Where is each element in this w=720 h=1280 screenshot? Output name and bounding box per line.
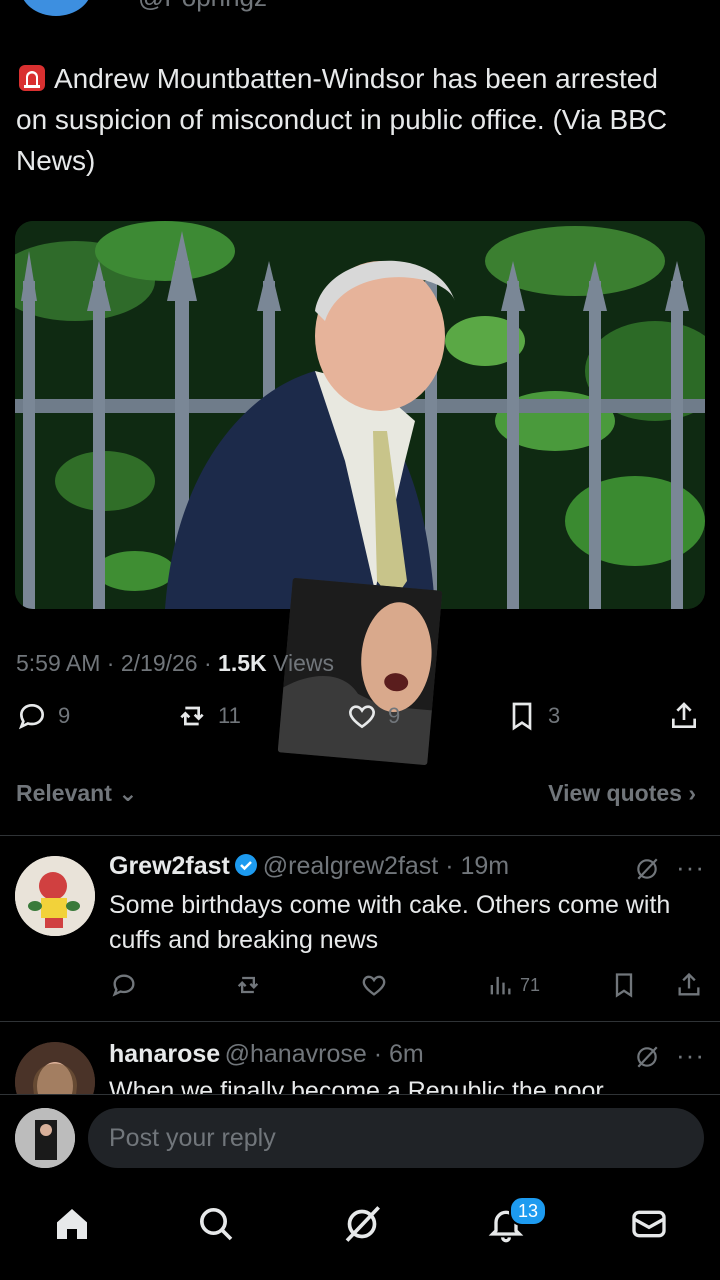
messages-icon[interactable] — [629, 1204, 669, 1244]
reply-action-share[interactable] — [675, 971, 703, 999]
like-button[interactable]: 9 — [346, 700, 400, 732]
reply-icon — [18, 703, 45, 730]
photo-illustration — [15, 221, 705, 609]
reply-text: When we finally become a Republic the po… — [109, 1077, 604, 1094]
grok-icon[interactable] — [342, 1204, 382, 1244]
reply-header: hanarose @hanavrose · 6m — [109, 1040, 639, 1069]
reply-action-bookmark[interactable] — [610, 971, 638, 999]
share-icon — [672, 702, 696, 728]
tweet-date: 2/19/26 — [120, 650, 198, 676]
tweet-time: 5:59 AM — [16, 650, 101, 676]
repost-icon — [237, 976, 259, 994]
view-quotes-label: View quotes — [548, 780, 682, 806]
share-button[interactable] — [668, 700, 700, 732]
reply-views-count: 71 — [520, 974, 541, 995]
sort-label: Relevant — [16, 780, 112, 806]
reply-action-like[interactable] — [360, 971, 388, 999]
bottom-nav — [0, 1186, 720, 1280]
reply-count: 9 — [58, 703, 71, 728]
tweet-meta: 5:59 AM · 2/19/26 · 1.5K Views — [16, 650, 334, 676]
like-count: 9 — [388, 703, 401, 728]
reply-time-sep: · — [438, 852, 461, 880]
views-count: 1.5K — [218, 650, 267, 676]
tweet-photo[interactable] — [15, 221, 705, 609]
verified-badge-icon — [235, 854, 258, 876]
reply-time: 19m — [460, 852, 510, 880]
author-handle[interactable]: @Popringz — [138, 0, 267, 13]
author-avatar[interactable] — [20, 0, 92, 16]
grok-icon[interactable] — [634, 1044, 660, 1070]
reply-item: hanarose @hanavrose · 6m ··· When we fin… — [0, 1022, 720, 1094]
chevron-right-icon: › — [688, 780, 696, 806]
bookmark-icon — [512, 702, 532, 731]
reply-author-handle[interactable]: @hanavrose — [225, 1040, 367, 1068]
reply-button[interactable]: 9 — [16, 700, 70, 732]
notifications-badge: 13 — [509, 1196, 547, 1226]
views-chart-icon — [490, 976, 511, 995]
heart-icon — [349, 705, 375, 729]
search-icon[interactable] — [196, 1204, 236, 1244]
police-siren-icon — [19, 65, 45, 91]
repost-count: 11 — [218, 703, 241, 728]
heart-icon — [362, 975, 386, 996]
avatar-image — [15, 856, 95, 936]
reply-header: Grew2fast @realgrew2fast · 19m — [109, 852, 639, 881]
grok-icon[interactable] — [634, 856, 660, 882]
divider — [0, 835, 720, 836]
more-options-icon[interactable]: ··· — [676, 1040, 705, 1071]
chevron-down-icon: ⌄ — [118, 780, 138, 806]
reply-input[interactable]: Post your reply — [88, 1108, 704, 1168]
reply-time: 6m — [388, 1040, 424, 1068]
my-avatar[interactable] — [15, 1108, 75, 1168]
reply-icon — [112, 974, 135, 997]
reply-text: Some birthdays come with cake. Others co… — [109, 891, 671, 954]
more-options-icon[interactable]: ··· — [676, 852, 705, 883]
reply-action-repost[interactable] — [234, 971, 262, 999]
tweet-text: Andrew Mountbatten-Windsor has been arre… — [16, 58, 676, 181]
view-quotes-link[interactable]: View quotes › — [548, 780, 696, 807]
bookmark-count: 3 — [548, 703, 561, 728]
reply-author-name[interactable]: hanarose — [109, 1040, 220, 1068]
reply-action-views[interactable]: 71 — [486, 971, 540, 999]
avatar-image — [15, 1042, 95, 1094]
bookmark-icon — [615, 973, 633, 998]
reply-avatar[interactable] — [15, 856, 95, 936]
avatar-image — [15, 1108, 75, 1168]
reply-avatar[interactable] — [15, 1042, 95, 1094]
share-icon — [678, 972, 700, 996]
reply-author-name[interactable]: Grew2fast — [109, 852, 230, 880]
views-label: Views — [273, 650, 334, 676]
reply-author-handle[interactable]: @realgrew2fast — [263, 852, 438, 880]
reply-action-reply[interactable] — [110, 971, 138, 999]
sort-dropdown[interactable]: Relevant ⌄ — [16, 780, 138, 807]
repost-icon — [180, 706, 204, 726]
reply-time-sep: · — [366, 1040, 389, 1068]
bookmark-button[interactable]: 3 — [506, 700, 560, 732]
home-icon[interactable] — [52, 1204, 92, 1244]
tweet-body: Andrew Mountbatten-Windsor has been arre… — [16, 63, 668, 176]
tweet-actions: 9 11 9 3 — [0, 700, 720, 748]
repost-button[interactable]: 11 — [176, 700, 241, 732]
